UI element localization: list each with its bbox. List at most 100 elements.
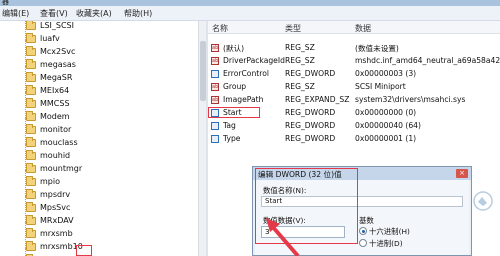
column-name[interactable]: 名称	[212, 23, 228, 34]
folder-icon	[26, 59, 36, 69]
menu-help[interactable]: 帮助(H)	[124, 8, 152, 19]
watermark-logo-icon	[473, 191, 493, 211]
tree-item-label: MEIx64	[40, 86, 70, 95]
value-row[interactable]: ab Group REG_SZ SCSI Miniport	[208, 82, 500, 92]
string-value-icon: ab	[211, 57, 219, 65]
value-data: SCSI Miniport	[355, 82, 406, 91]
hex-radio[interactable]	[359, 227, 367, 235]
value-row[interactable]: ab (默认) REG_SZ (数值未设置)	[208, 43, 500, 53]
value-type: REG_DWORD	[285, 69, 336, 78]
folder-icon	[26, 228, 36, 238]
value-type: REG_SZ	[285, 82, 315, 91]
tree-item-label: mpio	[40, 177, 60, 186]
folder-icon	[26, 124, 36, 134]
tree-item-label: LSI_SCSI	[40, 21, 74, 30]
decimal-radio[interactable]	[359, 239, 367, 247]
folder-icon	[26, 150, 36, 160]
column-data[interactable]: 数据	[355, 23, 371, 34]
value-name: Type	[223, 134, 241, 143]
close-button[interactable]: ×	[456, 169, 468, 178]
column-type[interactable]: 类型	[285, 23, 301, 34]
tree-item-label: Modem	[40, 112, 70, 121]
folder-icon	[26, 215, 36, 225]
folder-icon	[26, 72, 36, 82]
value-row[interactable]: ErrorControl REG_DWORD 0x00000003 (3)	[208, 69, 500, 79]
tree-item[interactable]: Mcx2Svc	[0, 46, 198, 60]
tree-highlight-box	[76, 245, 92, 256]
registry-tree[interactable]: LSI_SCSI luafv Mcx2Svc megasas MegaSR ME…	[0, 21, 198, 256]
tree-item[interactable]: MpsSvc	[0, 202, 198, 216]
tree-item[interactable]: luafv	[0, 33, 198, 47]
tree-item[interactable]: mpsdrv	[0, 189, 198, 203]
value-row[interactable]: Type REG_DWORD 0x00000001 (1)	[208, 134, 500, 144]
tree-item[interactable]: megasas	[0, 59, 198, 73]
menu-favorites[interactable]: 收藏夹(A)	[76, 8, 112, 19]
tree-item-label: luafv	[40, 34, 60, 43]
tree-item-label: MpsSvc	[40, 203, 71, 212]
value-name: (默认)	[223, 44, 245, 53]
tree-item[interactable]: MMCSS	[0, 98, 198, 112]
tree-item[interactable]: MegaSR	[0, 72, 198, 86]
tree-item-label: mouclass	[40, 138, 78, 147]
tree-item-label: Mcx2Svc	[40, 47, 76, 56]
value-name: Group	[223, 82, 247, 91]
value-type: REG_DWORD	[285, 134, 336, 143]
value-data: 0x00000000 (0)	[355, 108, 417, 117]
value-data: 0x00000040 (64)	[355, 121, 421, 130]
tree-item-label: MMCSS	[40, 99, 70, 108]
tree-item[interactable]: MRxDAV	[0, 215, 198, 229]
value-data: (数值未设置)	[355, 44, 399, 53]
tree-item[interactable]: mrxsmb	[0, 228, 198, 242]
value-name: ImagePath	[223, 95, 264, 104]
value-row[interactable]: ab DriverPackageId REG_SZ mshdc.inf_amd6…	[208, 56, 500, 66]
folder-icon	[26, 241, 36, 251]
value-type: REG_EXPAND_SZ	[285, 95, 350, 104]
string-value-icon: ab	[211, 44, 219, 52]
menu-view[interactable]: 查看(V)	[40, 8, 68, 19]
binary-value-icon	[211, 122, 219, 130]
tree-item-label: mpsdrv	[40, 190, 71, 199]
folder-icon	[26, 137, 36, 147]
tree-item[interactable]: mpio	[0, 176, 198, 190]
decimal-radio-label[interactable]: 十进制(D)	[369, 238, 403, 249]
folder-icon	[26, 163, 36, 173]
folder-icon	[26, 189, 36, 199]
tree-item[interactable]: MEIx64	[0, 85, 198, 99]
base-label: 基数	[359, 216, 374, 225]
tree-item[interactable]: mrxsmb10	[0, 241, 198, 255]
value-type: REG_SZ	[285, 43, 315, 52]
tree-item[interactable]: mouclass	[0, 137, 198, 151]
binary-value-icon	[211, 70, 219, 78]
folder-icon	[26, 98, 36, 108]
value-type: REG_SZ	[285, 56, 315, 65]
folder-icon	[26, 85, 36, 95]
value-type: REG_DWORD	[285, 121, 336, 130]
tree-item[interactable]: mountmgr	[0, 163, 198, 177]
tree-item[interactable]: monitor	[0, 124, 198, 138]
folder-icon	[26, 46, 36, 56]
value-data: 0x00000001 (1)	[355, 134, 417, 143]
tree-item[interactable]: mouhid	[0, 150, 198, 164]
hex-radio-label[interactable]: 十六进制(H)	[369, 226, 410, 237]
tree-scrollbar[interactable]	[198, 21, 206, 256]
folder-icon	[26, 111, 36, 121]
tree-item-label: MegaSR	[40, 73, 73, 82]
value-name: Tag	[223, 121, 236, 130]
tree-item-label: monitor	[40, 125, 72, 134]
value-row[interactable]: Tag REG_DWORD 0x00000040 (64)	[208, 121, 500, 131]
tree-item-label: mrxsmb	[40, 229, 73, 238]
tree-item[interactable]: Modem	[0, 111, 198, 125]
string-value-icon: ab	[211, 83, 219, 91]
list-header: 名称 类型 数据	[208, 21, 500, 34]
string-value-icon: ab	[211, 96, 219, 104]
tree-item-label: megasas	[40, 60, 76, 69]
folder-icon	[26, 176, 36, 186]
menu-edit[interactable]: 编辑(E)	[2, 8, 29, 19]
binary-value-icon	[211, 135, 219, 143]
value-name: ErrorControl	[223, 69, 269, 78]
folder-icon	[26, 21, 36, 30]
start-highlight-box	[208, 107, 260, 118]
value-type: REG_DWORD	[285, 108, 336, 117]
value-row[interactable]: ab ImagePath REG_EXPAND_SZ system32\driv…	[208, 95, 500, 105]
value-data: system32\drivers\msahci.sys	[355, 95, 466, 104]
